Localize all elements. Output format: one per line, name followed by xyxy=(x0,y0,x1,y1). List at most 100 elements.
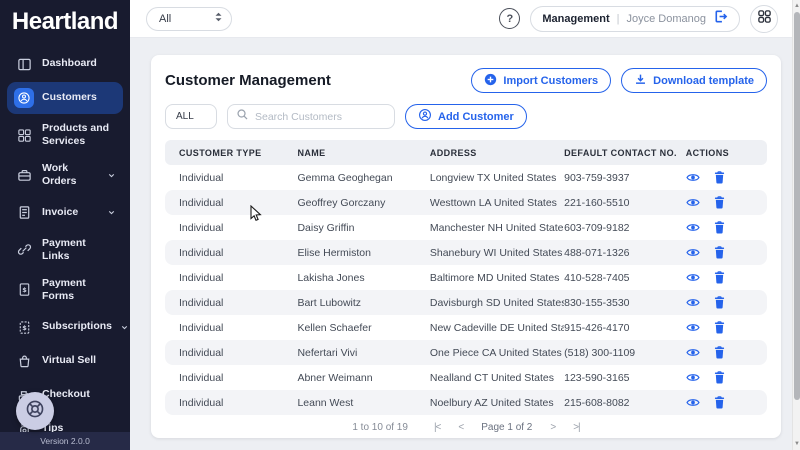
version-label: Version 2.0.0 xyxy=(0,432,130,450)
view-customer-button[interactable] xyxy=(686,397,700,408)
previous-page-button[interactable]: < xyxy=(458,422,464,433)
work-orders-icon xyxy=(14,165,34,185)
column-header-actions: ACTIONS xyxy=(685,147,730,158)
apps-grid-button[interactable] xyxy=(750,4,778,33)
topbar: All ? Management | Joyce Domanog xyxy=(130,0,792,38)
delete-customer-button[interactable] xyxy=(714,271,725,284)
support-fab-button[interactable] xyxy=(16,392,54,430)
download-template-button[interactable]: Download template xyxy=(621,68,767,93)
products-icon xyxy=(14,125,34,145)
main-content: Customer Management Import Customers Dow… xyxy=(130,38,792,450)
cell-address: One Piece CA United States xyxy=(429,346,562,359)
view-customer-button[interactable] xyxy=(686,347,700,358)
location-filter-select[interactable]: All xyxy=(146,6,232,31)
account-role: Management xyxy=(542,12,610,25)
scroll-down-icon[interactable]: ▼ xyxy=(793,439,800,449)
sidebar-item-work-orders[interactable]: Work Orders xyxy=(7,156,123,194)
table-row: Individual Gemma Geoghegan Longview TX U… xyxy=(165,165,767,190)
view-customer-button[interactable] xyxy=(686,197,700,208)
import-customers-button[interactable]: Import Customers xyxy=(471,68,612,93)
delete-customer-button[interactable] xyxy=(714,171,725,184)
sidebar-item-products-and-services[interactable]: Products and Services xyxy=(7,116,123,154)
view-customer-button[interactable] xyxy=(686,247,700,258)
sidebar-item-subscriptions[interactable]: $ Subscriptions xyxy=(7,311,128,343)
delete-customer-button[interactable] xyxy=(714,396,725,409)
search-icon xyxy=(236,108,249,126)
customer-management-card: Customer Management Import Customers Dow… xyxy=(151,55,781,438)
cell-name: Bart Lubowitz xyxy=(297,296,362,309)
table-row: Individual Kellen Schaefer New Cadeville… xyxy=(165,315,767,340)
delete-customer-button[interactable] xyxy=(714,296,725,309)
table-body: Individual Gemma Geoghegan Longview TX U… xyxy=(165,165,767,415)
svg-text:$: $ xyxy=(22,286,27,294)
cell-contact: 488-071-1326 xyxy=(564,246,630,259)
cell-customer-type: Individual xyxy=(179,246,224,259)
chevron-down-icon xyxy=(107,171,116,180)
delete-customer-button[interactable] xyxy=(714,371,725,384)
scroll-up-icon[interactable]: ▲ xyxy=(793,1,800,11)
cell-contact: 410-528-7405 xyxy=(564,271,630,284)
svg-text:$: $ xyxy=(22,323,27,331)
cell-name: Kellen Schaefer xyxy=(297,321,372,334)
cell-name: Nefertari Vivi xyxy=(297,346,358,359)
cell-name: Elise Hermiston xyxy=(297,246,371,259)
scrollbar-thumb[interactable] xyxy=(794,12,800,400)
delete-customer-button[interactable] xyxy=(714,246,725,259)
person-add-icon xyxy=(418,108,432,125)
view-customer-button[interactable] xyxy=(686,322,700,333)
cell-customer-type: Individual xyxy=(179,296,224,309)
cell-address: Shanebury WI United States xyxy=(429,246,563,259)
column-header-contact: DEFAULT CONTACT NO. xyxy=(564,147,677,158)
search-input[interactable] xyxy=(255,110,386,123)
cell-customer-type: Individual xyxy=(179,196,224,209)
view-customer-button[interactable] xyxy=(686,172,700,183)
customers-table: CUSTOMER TYPE NAME ADDRESS DEFAULT CONTA… xyxy=(165,140,767,415)
table-row: Individual Daisy Griffin Manchester NH U… xyxy=(165,215,767,240)
cell-name: Lakisha Jones xyxy=(297,271,365,284)
cell-address: Davisburgh SD United States xyxy=(429,296,565,309)
view-customer-button[interactable] xyxy=(686,222,700,233)
view-customer-button[interactable] xyxy=(686,372,700,383)
virtual-sell-icon xyxy=(14,351,34,371)
first-page-button[interactable]: |< xyxy=(434,422,442,433)
logout-icon[interactable] xyxy=(713,9,728,29)
last-page-button[interactable]: >| xyxy=(573,422,581,433)
cell-customer-type: Individual xyxy=(179,396,224,409)
add-customer-button[interactable]: Add Customer xyxy=(405,104,527,129)
sidebar-item-invoice[interactable]: Invoice xyxy=(7,197,123,229)
payment-links-icon xyxy=(14,240,34,260)
delete-customer-button[interactable] xyxy=(714,196,725,209)
cell-contact: 123-590-3165 xyxy=(564,371,630,384)
apps-grid-icon xyxy=(757,9,772,29)
sidebar-item-payment-forms[interactable]: $ Payment Forms xyxy=(7,271,123,309)
cell-address: Manchester NH United States xyxy=(429,221,565,234)
question-icon: ? xyxy=(506,12,514,25)
view-customer-button[interactable] xyxy=(686,297,700,308)
pagination: 1 to 10 of 19 |< < Page 1 of 2 > >| xyxy=(165,422,767,433)
next-page-button[interactable]: > xyxy=(550,422,556,433)
sidebar-item-virtual-sell[interactable]: Virtual Sell xyxy=(7,345,123,377)
account-menu[interactable]: Management | Joyce Domanog xyxy=(530,5,740,32)
cell-contact: 830-155-3530 xyxy=(564,296,630,309)
sidebar-item-customers[interactable]: Customers xyxy=(7,82,123,114)
cell-name: Abner Weimann xyxy=(297,371,373,384)
delete-customer-button[interactable] xyxy=(714,321,725,334)
view-customer-button[interactable] xyxy=(686,272,700,283)
chevron-down-icon xyxy=(107,208,116,217)
cell-customer-type: Individual xyxy=(179,321,224,334)
window-scrollbar[interactable]: ▲ ▼ xyxy=(792,0,800,450)
invoice-icon xyxy=(14,203,34,223)
cell-contact: 903-759-3937 xyxy=(564,171,630,184)
help-button[interactable]: ? xyxy=(499,8,521,29)
delete-customer-button[interactable] xyxy=(714,346,725,359)
sidebar-item-payment-links[interactable]: Payment Links xyxy=(7,231,123,269)
sidebar: Heartland Dashboard Customers Products a… xyxy=(0,0,130,450)
page-indicator: Page 1 of 2 xyxy=(481,422,533,433)
subscriptions-icon: $ xyxy=(14,317,34,337)
table-row: Individual Abner Weimann Nealland CT Uni… xyxy=(165,365,767,390)
cell-name: Geoffrey Gorczany xyxy=(297,196,386,209)
customer-type-filter[interactable]: ALL xyxy=(165,104,217,129)
cell-contact: 603-709-9182 xyxy=(564,221,630,234)
delete-customer-button[interactable] xyxy=(714,221,725,234)
sidebar-item-dashboard[interactable]: Dashboard xyxy=(7,48,123,80)
